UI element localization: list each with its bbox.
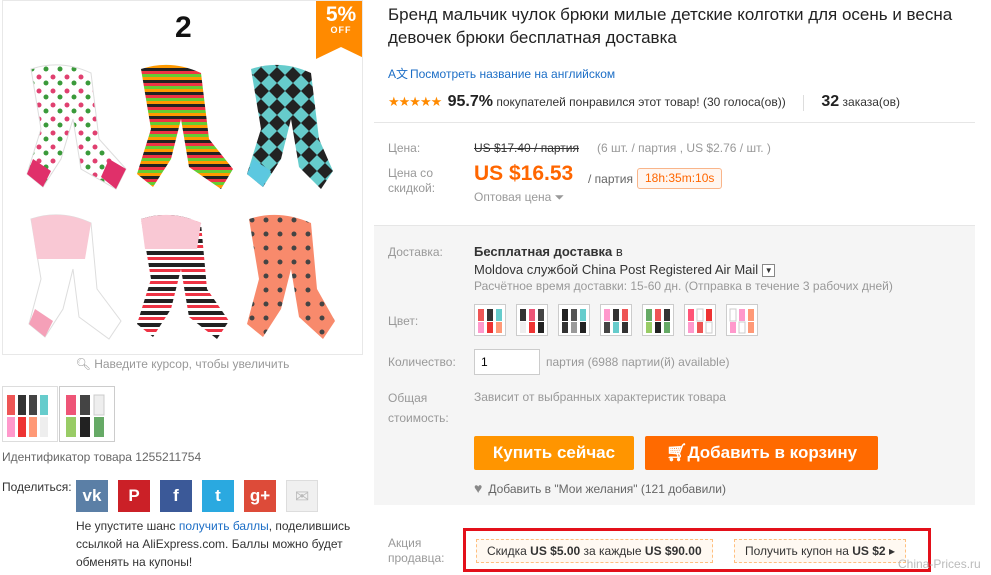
zoom-hint-text: Наведите курсор, чтобы увеличить [94, 357, 290, 371]
shipping-eta: Расчётное время доставки: 15-60 дн. (Отп… [474, 279, 893, 293]
facebook-icon[interactable]: f [160, 480, 192, 512]
color-swatch-6[interactable] [684, 304, 716, 336]
watermark: China-Prices.ru [898, 557, 981, 571]
orders-count: 32 [821, 93, 840, 110]
tights-2 [137, 64, 233, 189]
color-swatch-4[interactable] [600, 304, 632, 336]
color-label: Цвет: [388, 314, 419, 328]
discount-price-label-2: скидкой: [388, 181, 436, 195]
color-swatch-3[interactable] [558, 304, 590, 336]
coupon-threshold: US $90.00 [644, 544, 702, 558]
tights-3 [247, 64, 333, 189]
tights-illustration [26, 64, 335, 340]
seller-promo-box: Скидка US $5.00 за каждые US $90.00 Полу… [463, 528, 931, 572]
tights-6 [247, 214, 335, 339]
color-swatch-1[interactable] [474, 304, 506, 336]
translate-link[interactable]: A文 Посмотреть название на английском [388, 65, 615, 82]
add-to-cart-label: Добавить в корзину [687, 443, 858, 462]
discount-percent: 5% [325, 3, 357, 26]
get-coupon-button[interactable]: Получить купон на US $2 ▸ [734, 539, 906, 563]
coupon-amount: US $5.00 [530, 544, 581, 558]
total-label: Общая стоимость: [388, 388, 449, 428]
translate-icon: A文 [388, 67, 409, 81]
rating-score: 95.7% [447, 93, 493, 110]
price-label: Цена: [388, 141, 421, 155]
product-image[interactable]: 2 5% OFF [2, 0, 363, 355]
original-price-meta: (6 шт. / партия , US $2.76 / шт. ) [597, 141, 771, 155]
color-swatch-5[interactable] [642, 304, 674, 336]
coupon-amount: US $2 [852, 544, 886, 558]
magnifier-icon: 🔍︎ [75, 357, 95, 371]
points-link[interactable]: получить баллы [179, 519, 269, 533]
total-label-2: стоимость: [388, 411, 449, 425]
share-points-text: Не упустите шанс получить баллы, поделив… [76, 517, 366, 571]
add-to-cart-button[interactable]: 🛒︎Добавить в корзину [645, 436, 878, 470]
discount-price: US $16.53 [474, 162, 574, 185]
coupon-text: Скидка [487, 544, 531, 558]
thumbnail-2[interactable] [59, 386, 115, 442]
shipping-label: Доставка: [388, 245, 443, 259]
heart-icon: ♥ [474, 480, 483, 496]
divider [803, 94, 805, 111]
wishlist-link[interactable]: ♥ Добавить в "Мои желания" (121 добавили) [474, 480, 726, 496]
tights-1 [26, 64, 127, 190]
quantity-input[interactable] [474, 349, 540, 375]
coupon-text: Получить купон на [745, 544, 853, 558]
vk-icon[interactable]: vk [76, 480, 108, 512]
quantity-meta: партия (6988 партии(й) available) [546, 355, 730, 369]
tights-5 [137, 214, 229, 339]
wholesale-price-dropdown[interactable]: Оптовая цена ⏷ [474, 190, 564, 205]
seller-promo-label-2: продавца: [388, 551, 445, 565]
store-discount-coupon: Скидка US $5.00 за каждые US $90.00 [476, 539, 713, 563]
color-swatch-7[interactable] [726, 304, 758, 336]
chevron-down-icon[interactable]: ▼ [762, 264, 776, 278]
pinterest-icon[interactable]: P [118, 480, 150, 512]
discount-badge: 5% OFF [316, 1, 362, 59]
rating-row: ★★★★★ 95.7% покупателей понравился этот … [388, 93, 900, 111]
seller-promo-label: Акция продавца: [388, 536, 445, 566]
orders-text: заказа(ов) [842, 95, 900, 109]
shipping-method: Бесплатная доставка в [474, 244, 623, 259]
price-unit: / партия [588, 172, 633, 186]
discount-price-label: Цена со скидкой: [388, 166, 435, 196]
buy-now-button[interactable]: Купить сейчас [474, 436, 634, 470]
zoom-hint: 🔍︎ Наведите курсор, чтобы увеличить [2, 357, 363, 371]
cart-icon: 🛒︎ [665, 443, 688, 462]
shipping-to: в [612, 244, 623, 259]
rating-stars-icon: ★★★★★ [388, 94, 442, 109]
google-plus-icon[interactable]: g+ [244, 480, 276, 512]
total-label-1: Общая [388, 391, 428, 405]
shipping-destination-text: Moldova службой China Post Registered Ai… [474, 262, 759, 277]
twitter-icon[interactable]: t [202, 480, 234, 512]
seller-promo-label-1: Акция [388, 536, 422, 550]
share-label: Поделиться: [2, 480, 72, 494]
translate-link-text: Посмотреть название на английском [410, 67, 616, 81]
shipping-destination[interactable]: Moldova службой China Post Registered Ai… [474, 262, 776, 278]
original-price: US $17.40 / партия [474, 141, 579, 155]
tights-4 [28, 214, 122, 340]
product-id: Идентификатор товара 1255211754 [2, 450, 202, 464]
free-shipping: Бесплатная доставка [474, 244, 613, 259]
product-title: Бренд мальчик чулок брюки милые детские … [388, 5, 953, 47]
points-text-1: Не упустите шанс [76, 519, 179, 533]
image-number: 2 [175, 11, 192, 44]
quantity-label: Количество: [388, 355, 456, 369]
total-meta: Зависит от выбранных характеристик товар… [474, 390, 726, 404]
coupon-text: за каждые [580, 544, 645, 558]
discount-off-label: OFF [330, 25, 352, 35]
wishlist-text: Добавить в "Мои желания" (121 добавили) [488, 482, 726, 496]
caret-right-icon: ▸ [888, 544, 895, 558]
email-icon[interactable]: ✉ [286, 480, 318, 512]
countdown-timer: 18h:35m:10s [637, 168, 723, 189]
divider [374, 122, 975, 123]
thumbnail-1[interactable] [2, 386, 58, 442]
color-swatch-2[interactable] [516, 304, 548, 336]
discount-price-label-1: Цена со [388, 166, 433, 180]
rating-text[interactable]: покупателей понравился этот товар! (30 г… [496, 95, 785, 109]
